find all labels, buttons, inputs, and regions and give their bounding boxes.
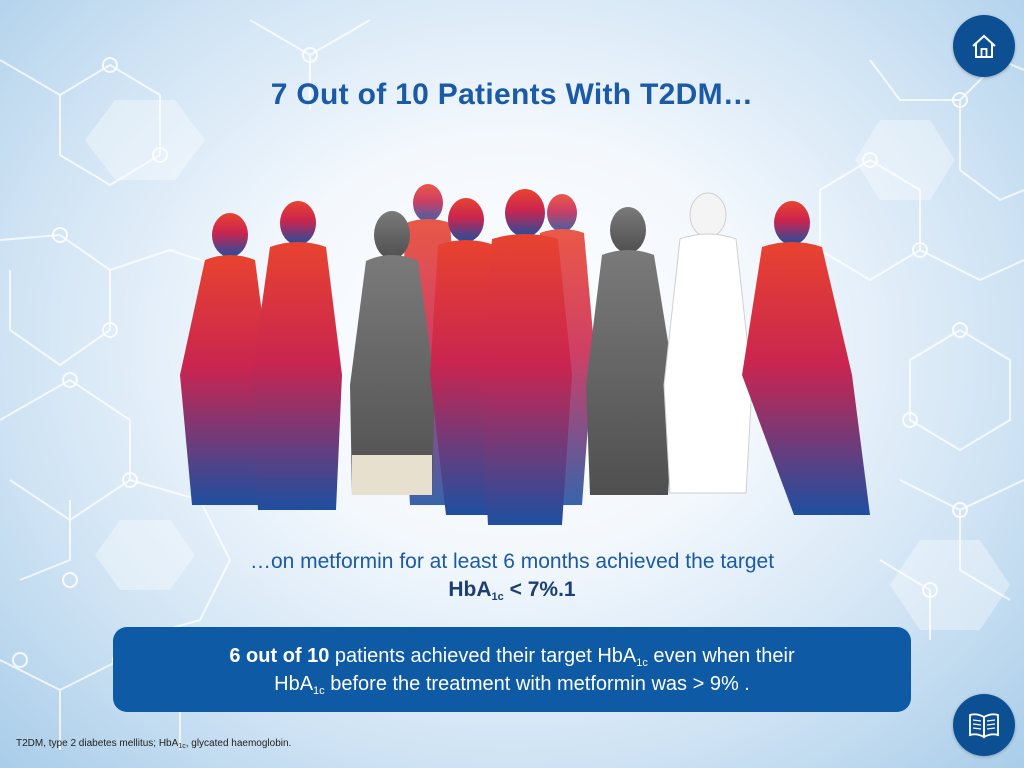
subtitle-line-1: …on metformin for at least 6 months achi…: [249, 550, 775, 573]
home-button[interactable]: [953, 15, 1015, 77]
callout-line-2: HbA1c before the treatment with metformi…: [274, 672, 750, 697]
key-finding-callout: 6 out of 10 patients achieved their targ…: [113, 627, 911, 712]
patients-illustration: [180, 184, 870, 525]
callout-line-1: 6 out of 10 patients achieved their targ…: [229, 644, 795, 669]
home-icon: [972, 34, 996, 58]
person-figure: [742, 201, 870, 515]
page-title: 7 Out of 10 Patients With T2DM…: [270, 78, 754, 112]
references-button[interactable]: [953, 694, 1015, 756]
subtitle-line-2: HbA1c < 7%.1: [448, 578, 576, 603]
person-figure: [252, 201, 342, 510]
person-figure: [586, 207, 675, 495]
abbreviations-footnote: T2DM, type 2 diabetes mellitus; HbA1c, g…: [16, 738, 292, 750]
book-icon: [969, 713, 999, 739]
subtitle: …on metformin for at least 6 months achi…: [0, 548, 1024, 604]
person-figure: [663, 192, 753, 494]
